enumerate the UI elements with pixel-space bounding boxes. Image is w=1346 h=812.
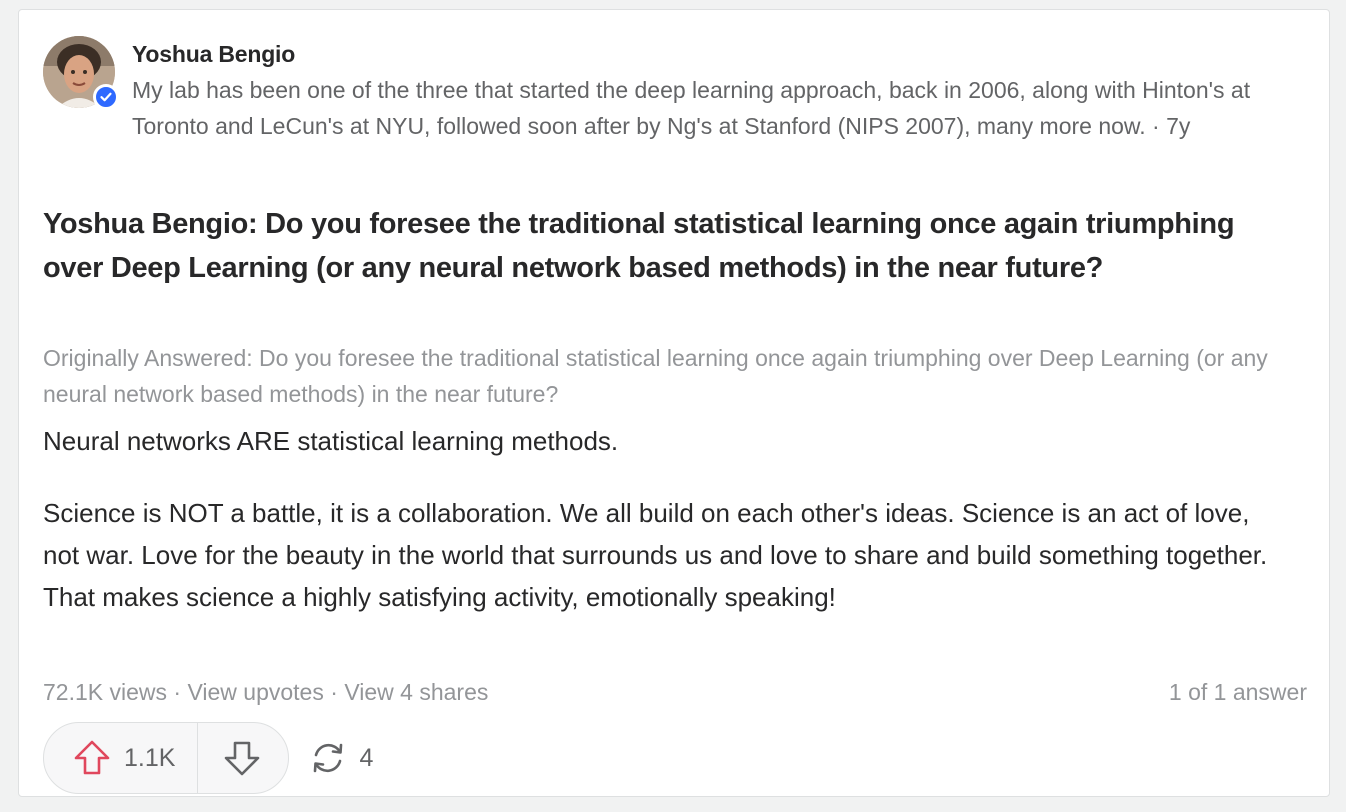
author-name[interactable]: Yoshua Bengio bbox=[132, 36, 1312, 72]
credential-text[interactable]: My lab has been one of the three that st… bbox=[132, 77, 1250, 139]
author-avatar[interactable] bbox=[43, 36, 119, 110]
upvote-count: 1.1K bbox=[124, 743, 176, 772]
view-shares-link[interactable]: View 4 shares bbox=[344, 679, 488, 705]
originally-answered[interactable]: Originally Answered: Do you foresee the … bbox=[43, 340, 1313, 412]
arrow-up-icon bbox=[74, 740, 110, 775]
downvote-button[interactable] bbox=[198, 723, 288, 793]
author-credential: My lab has been one of the three that st… bbox=[132, 72, 1312, 144]
view-upvotes-link[interactable]: View upvotes bbox=[187, 679, 323, 705]
arrow-down-icon bbox=[225, 741, 260, 776]
answer-count: 1 of 1 answer bbox=[1168, 679, 1307, 705]
answer-card: Yoshua Bengio My lab has been one of the… bbox=[18, 9, 1330, 797]
answer-body: Neural networks ARE statistical learning… bbox=[43, 420, 1283, 618]
share-icon bbox=[314, 743, 343, 773]
author-info: Yoshua Bengio My lab has been one of the… bbox=[132, 36, 1312, 144]
action-bar: 1.1K 4 bbox=[43, 721, 373, 795]
answer-timestamp[interactable]: 7y bbox=[1166, 113, 1190, 139]
meta-separator: · bbox=[330, 679, 338, 705]
vote-controls: 1.1K bbox=[43, 722, 290, 794]
share-count: 4 bbox=[359, 743, 374, 772]
question-title[interactable]: Yoshua Bengio: Do you foresee the tradit… bbox=[43, 202, 1283, 290]
view-count: 72.1K views bbox=[43, 679, 168, 705]
upvote-button[interactable]: 1.1K bbox=[44, 723, 197, 793]
credential-separator: · bbox=[1152, 113, 1160, 139]
answer-paragraph: Science is NOT a battle, it is a collabo… bbox=[43, 498, 1268, 612]
meta-separator: · bbox=[173, 679, 182, 705]
answer-paragraph: Neural networks ARE statistical learning… bbox=[43, 426, 619, 456]
share-button[interactable]: 4 bbox=[307, 737, 373, 779]
answer-meta: 72.1K views · View upvotes · View 4 shar… bbox=[43, 674, 1307, 710]
verified-badge-icon bbox=[93, 84, 119, 110]
